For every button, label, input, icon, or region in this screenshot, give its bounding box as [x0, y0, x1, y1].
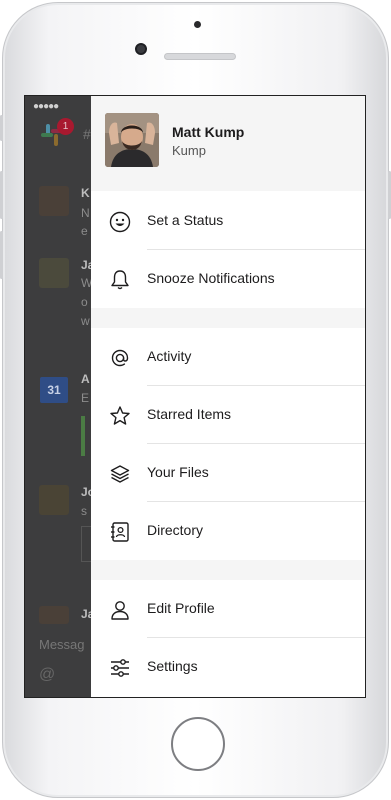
proximity-sensor: [194, 21, 201, 28]
bell-icon: [111, 270, 129, 290]
menu-item-snooze-notifications[interactable]: Snooze Notifications: [91, 250, 365, 308]
front-camera: [135, 43, 147, 55]
menu-item-label: Edit Profile: [147, 600, 215, 616]
sender-initial: Ja: [81, 607, 91, 621]
message-fragment: s: [81, 504, 87, 518]
profile-drawer: Matt Kump Kump Set a Status Snooze Notif…: [91, 96, 365, 697]
calendar-icon: 31: [40, 377, 68, 403]
menu-item-label: Directory: [147, 522, 204, 538]
volume-up-button: [0, 171, 3, 219]
star-icon: [110, 406, 130, 425]
avatar: [39, 606, 69, 624]
sender-initial: Ja: [81, 258, 91, 272]
message-fragment: E: [81, 391, 90, 405]
at-sign-icon: @: [39, 666, 56, 683]
user-icon: [111, 601, 129, 620]
profile-header[interactable]: Matt Kump Kump: [91, 96, 365, 191]
avatar: [39, 186, 69, 216]
sender-initial: A: [81, 372, 90, 386]
signal-strength: ●●●●●: [33, 101, 59, 112]
message-fragment: W: [81, 276, 91, 290]
group-divider: [91, 560, 365, 580]
avatar: [39, 485, 69, 515]
avatar: [105, 113, 159, 167]
message-fragment: e: [81, 224, 88, 238]
message-fragment: N: [81, 206, 90, 220]
message-fragment: w: [81, 314, 90, 328]
menu-item-label: Your Files: [147, 464, 209, 480]
menu-item-label: Starred Items: [147, 406, 232, 422]
sliders-icon: [111, 659, 129, 677]
screen: ●●●●● 1 # K N e Ja W o w 31 A E Jo s Ja …: [24, 95, 366, 698]
avatar: [39, 258, 69, 288]
menu-item-starred-items[interactable]: Starred Items: [91, 386, 365, 444]
message-input-placeholder: Messag: [39, 637, 85, 652]
menu-item-directory[interactable]: Directory: [91, 502, 365, 560]
smiley-icon: [109, 211, 131, 233]
sender-initial: K: [81, 186, 90, 200]
home-button[interactable]: [171, 717, 225, 771]
notification-badge: 1: [57, 118, 74, 135]
sender-initial: Jo: [81, 485, 91, 499]
menu-item-label: Settings: [147, 658, 198, 674]
profile-username: Kump: [172, 143, 206, 158]
menu-item-set-status[interactable]: Set a Status: [91, 192, 365, 250]
menu-item-your-files[interactable]: Your Files: [91, 444, 365, 502]
attachment-accent: [81, 416, 85, 456]
channel-hash: #: [83, 126, 91, 142]
message-fragment: o: [81, 295, 88, 309]
layers-icon: [110, 465, 130, 483]
silent-switch: [0, 115, 3, 141]
menu-item-label: Snooze Notifications: [147, 270, 275, 286]
group-divider: [91, 308, 365, 328]
volume-down-button: [0, 231, 3, 279]
menu-item-activity[interactable]: Activity: [91, 328, 365, 386]
at-sign-icon: [111, 349, 129, 367]
profile-name: Matt Kump: [172, 124, 245, 140]
address-book-icon: [111, 522, 129, 542]
menu-item-edit-profile[interactable]: Edit Profile: [91, 580, 365, 638]
menu-item-label: Set a Status: [147, 212, 224, 228]
menu-item-label: Activity: [147, 348, 192, 364]
attachment-preview: [81, 526, 91, 562]
background-app-overlay[interactable]: ●●●●● 1 # K N e Ja W o w 31 A E Jo s Ja …: [25, 96, 91, 697]
menu-item-settings[interactable]: Settings: [91, 638, 365, 696]
earpiece-speaker: [164, 53, 236, 60]
